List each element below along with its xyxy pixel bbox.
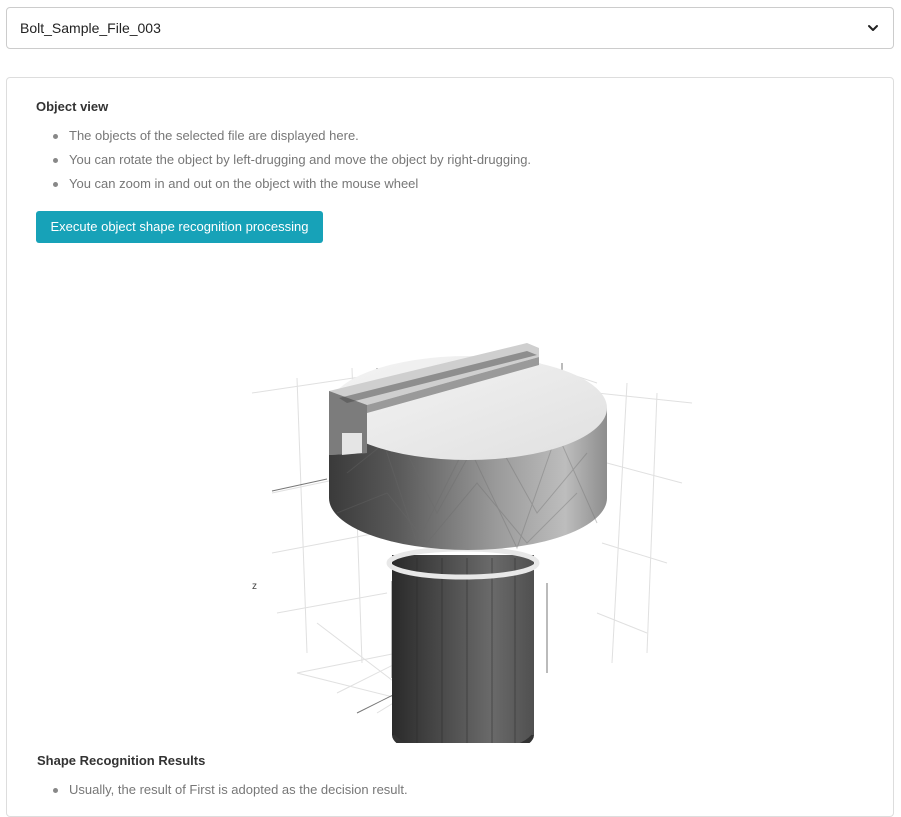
- 3d-scene[interactable]: z x: [237, 283, 707, 805]
- object-view-title: Object view: [36, 99, 109, 114]
- list-item: You can rotate the object by left-druggi…: [36, 148, 856, 172]
- list-item: The objects of the selected file are dis…: [36, 124, 856, 148]
- object-view-instructions: The objects of the selected file are dis…: [36, 124, 856, 196]
- list-item: Usually, the result of First is adopted …: [36, 778, 856, 802]
- file-select-value: Bolt_Sample_File_003: [20, 20, 161, 36]
- shape-results-title: Shape Recognition Results: [37, 753, 206, 768]
- list-item: You can zoom in and out on the object wi…: [36, 172, 856, 196]
- bolt-shank: [386, 546, 540, 758]
- object-view-panel: Object view The objects of the selected …: [6, 77, 894, 817]
- bolt-head: [329, 343, 607, 550]
- execute-recognition-button[interactable]: Execute object shape recognition process…: [36, 211, 323, 243]
- shape-results-notes: Usually, the result of First is adopted …: [36, 778, 856, 802]
- file-select-dropdown[interactable]: Bolt_Sample_File_003: [6, 7, 894, 49]
- 3d-object-viewer[interactable]: z x: [237, 283, 707, 805]
- chevron-down-icon: [866, 21, 880, 35]
- axis-label-z: z: [252, 581, 257, 592]
